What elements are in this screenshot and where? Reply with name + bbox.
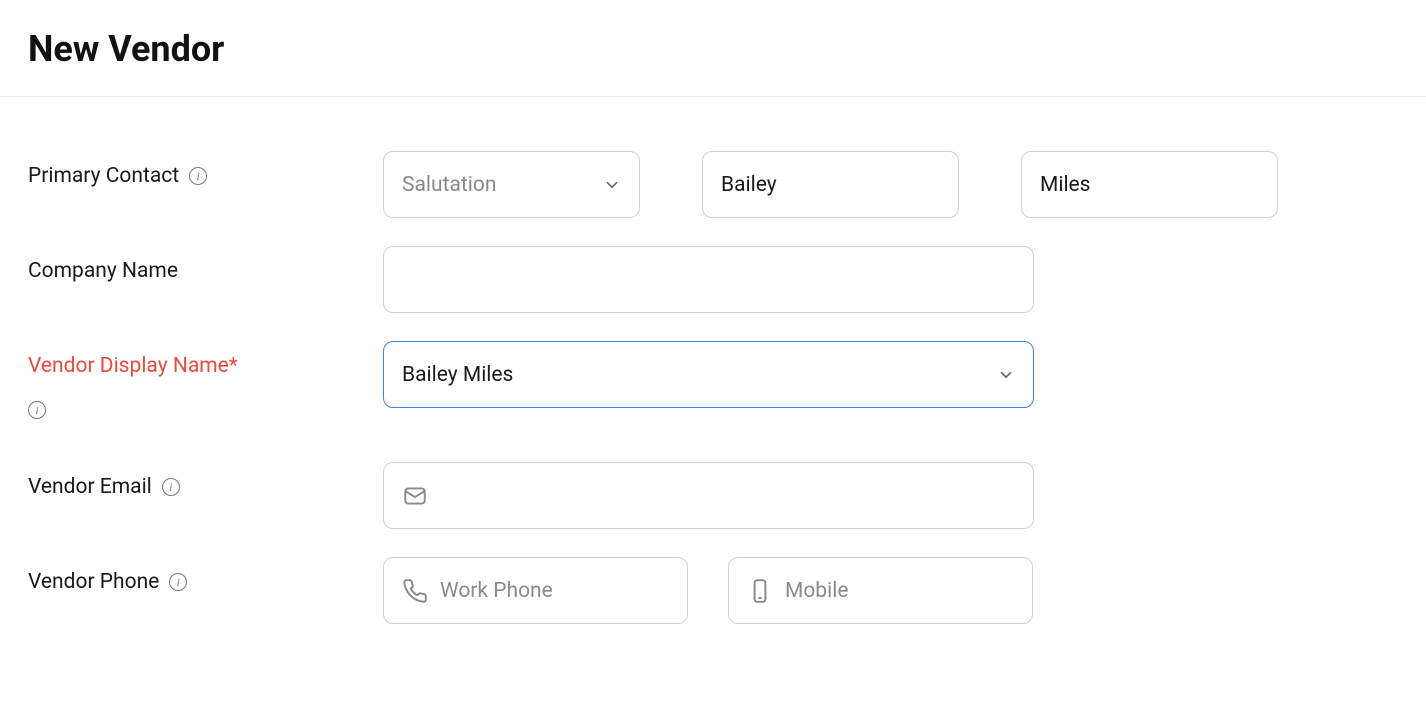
row-vendor-display-name: Vendor Display Name* i Bailey Miles xyxy=(28,341,1398,420)
first-name-input-wrap xyxy=(702,151,959,218)
info-icon-wrap: i xyxy=(28,396,383,420)
info-icon[interactable]: i xyxy=(28,401,46,419)
label-vendor-email: Vendor Email i xyxy=(28,462,383,499)
phone-icon xyxy=(402,578,428,604)
vendor-display-name-fields: Bailey Miles xyxy=(383,341,1034,408)
info-icon[interactable]: i xyxy=(162,478,180,496)
row-vendor-phone: Vendor Phone i xyxy=(28,557,1398,624)
work-phone-input[interactable] xyxy=(440,579,669,603)
first-name-input[interactable] xyxy=(721,173,940,197)
new-vendor-page: New Vendor Primary Contact i Salutation xyxy=(0,0,1426,682)
label-primary-contact-text: Primary Contact xyxy=(28,164,179,188)
last-name-input[interactable] xyxy=(1040,173,1259,197)
company-name-fields xyxy=(383,246,1034,313)
vendor-email-input-wrap xyxy=(383,462,1034,529)
last-name-input-wrap xyxy=(1021,151,1278,218)
row-vendor-email: Vendor Email i xyxy=(28,462,1398,529)
mobile-phone-input-wrap xyxy=(728,557,1033,624)
label-vendor-phone-text: Vendor Phone xyxy=(28,570,159,594)
label-vendor-display-name: Vendor Display Name* i xyxy=(28,341,383,420)
page-header: New Vendor xyxy=(0,0,1426,97)
salutation-placeholder: Salutation xyxy=(402,173,496,197)
mail-icon xyxy=(402,483,428,509)
label-primary-contact: Primary Contact i xyxy=(28,151,383,188)
salutation-select[interactable]: Salutation xyxy=(383,151,640,218)
vendor-phone-fields xyxy=(383,557,1033,624)
company-name-input[interactable] xyxy=(402,268,1015,292)
row-primary-contact: Primary Contact i Salutation xyxy=(28,151,1398,218)
label-company-name-text: Company Name xyxy=(28,259,178,283)
vendor-display-name-select[interactable]: Bailey Miles xyxy=(383,341,1034,408)
info-icon[interactable]: i xyxy=(169,573,187,591)
page-title: New Vendor xyxy=(28,28,1398,70)
chevron-down-icon xyxy=(997,366,1015,384)
mobile-icon xyxy=(747,578,773,604)
vendor-form: Primary Contact i Salutation xyxy=(0,97,1426,682)
vendor-email-fields xyxy=(383,462,1034,529)
label-company-name: Company Name xyxy=(28,246,383,283)
label-vendor-phone: Vendor Phone i xyxy=(28,557,383,594)
company-name-input-wrap xyxy=(383,246,1034,313)
label-vendor-email-text: Vendor Email xyxy=(28,475,152,499)
row-company-name: Company Name xyxy=(28,246,1398,313)
mobile-phone-input[interactable] xyxy=(785,579,1014,603)
label-vendor-display-name-text: Vendor Display Name* xyxy=(28,354,238,378)
work-phone-input-wrap xyxy=(383,557,688,624)
primary-contact-fields: Salutation xyxy=(383,151,1278,218)
chevron-down-icon xyxy=(603,176,621,194)
vendor-display-name-value: Bailey Miles xyxy=(402,363,513,387)
info-icon[interactable]: i xyxy=(189,167,207,185)
vendor-email-input[interactable] xyxy=(440,484,1015,508)
